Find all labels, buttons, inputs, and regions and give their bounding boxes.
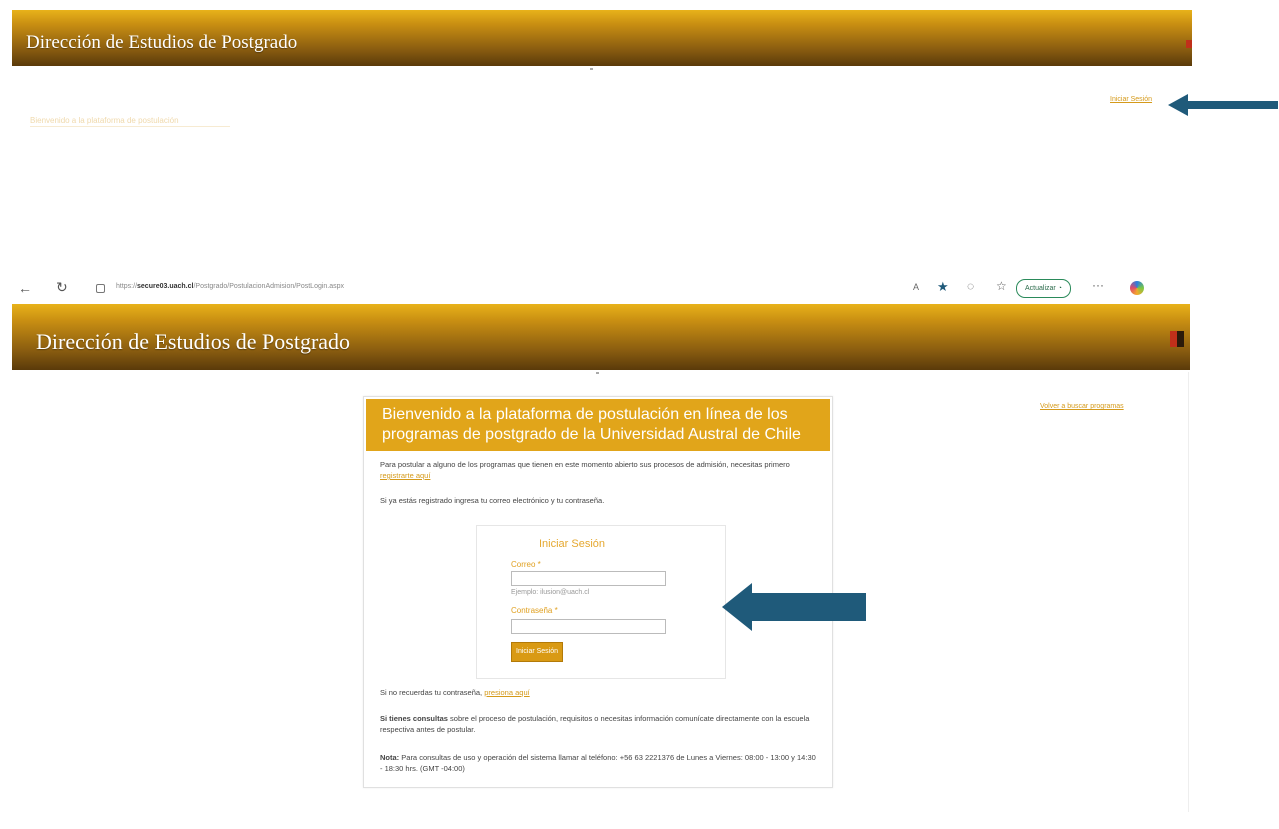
intro-paragraph: Para postular a alguno de los programas …: [364, 459, 832, 481]
top-banner-flag-icon: [1186, 40, 1192, 48]
page-right-border: [1188, 372, 1189, 812]
panel-header: Bienvenido a la plataforma de postulació…: [366, 399, 830, 451]
consult-paragraph: Si tienes consultas sobre el proceso de …: [364, 713, 832, 735]
forgot-password-link[interactable]: presiona aquí: [484, 688, 529, 697]
url-path: /Postgrado/PostulacionAdmision/PostLogin…: [193, 283, 345, 290]
note-text: Para consultas de uso y operación del si…: [380, 753, 816, 773]
note-paragraph: Nota: Para consultas de uso y operación …: [364, 752, 832, 774]
email-example: Ejemplo: ilusion@uach.cl: [511, 589, 590, 596]
top-faded-text: Bienvenido a la plataforma de postulació…: [30, 116, 230, 127]
login-box: Iniciar Sesión Correo * Ejemplo: ilusion…: [476, 525, 726, 679]
site-logo-icon: [1170, 331, 1184, 347]
address-bar[interactable]: https://secure03.uach.cl/Postgrado/Postu…: [116, 283, 344, 290]
forgot-paragraph: Si no recuerdas tu contraseña, presiona …: [364, 687, 832, 698]
read-aloud-icon[interactable]: A: [913, 282, 919, 292]
registered-text: Si ya estás registrado ingresa tu correo…: [380, 496, 605, 505]
favorites-icon[interactable]: ☆: [996, 279, 1007, 293]
back-icon[interactable]: ←: [18, 280, 32, 296]
top-banner-title: Dirección de Estudios de Postgrado: [26, 32, 298, 53]
top-banner: Dirección de Estudios de Postgrado: [12, 10, 1192, 66]
extensions-icon[interactable]: ◌: [967, 279, 974, 293]
site-banner-title: Dirección de Estudios de Postgrado: [36, 329, 351, 354]
refresh-icon[interactable]: ↻: [56, 279, 68, 296]
lock-icon: [96, 284, 105, 293]
more-icon[interactable]: ···: [1092, 278, 1104, 292]
consult-bold: Si tienes consultas: [380, 714, 448, 723]
register-link[interactable]: registrarte aquí: [380, 471, 430, 480]
password-label: Contraseña *: [511, 606, 558, 615]
top-arrow-icon: [1168, 94, 1278, 116]
browser-toolbar: ← ↻ https://secure03.uach.cl/Postgrado/P…: [12, 276, 1192, 302]
email-label: Correo *: [511, 560, 541, 569]
copilot-icon[interactable]: [1130, 281, 1144, 295]
url-prefix: https://: [116, 283, 138, 290]
login-title: Iniciar Sesión: [539, 538, 606, 550]
update-button[interactable]: Actualizar ◔: [1016, 279, 1071, 298]
url-domain: secure03.uach.cl: [137, 283, 194, 290]
password-field[interactable]: [511, 619, 666, 634]
back-to-programs-link[interactable]: Volver a buscar programas: [1040, 403, 1124, 410]
login-submit-button[interactable]: Iniciar Sesión: [511, 642, 564, 662]
forgot-text: Si no recuerdas tu contraseña,: [380, 688, 483, 697]
update-button-label: Actualizar: [1025, 285, 1056, 292]
login-arrow-icon: [722, 583, 866, 631]
top-login-link[interactable]: Iniciar Sesión: [1110, 96, 1152, 103]
banner-divider-dot: [596, 372, 599, 374]
note-bold: Nota:: [380, 753, 400, 762]
intro-text: Para postular a alguno de los programas …: [380, 460, 790, 469]
update-icon: ◔: [1057, 285, 1062, 292]
favorite-star-icon[interactable]: ★: [937, 279, 949, 295]
top-divider-dot: [590, 68, 593, 70]
email-field[interactable]: [511, 571, 666, 586]
site-banner: Dirección de Estudios de Postgrado: [12, 304, 1190, 370]
